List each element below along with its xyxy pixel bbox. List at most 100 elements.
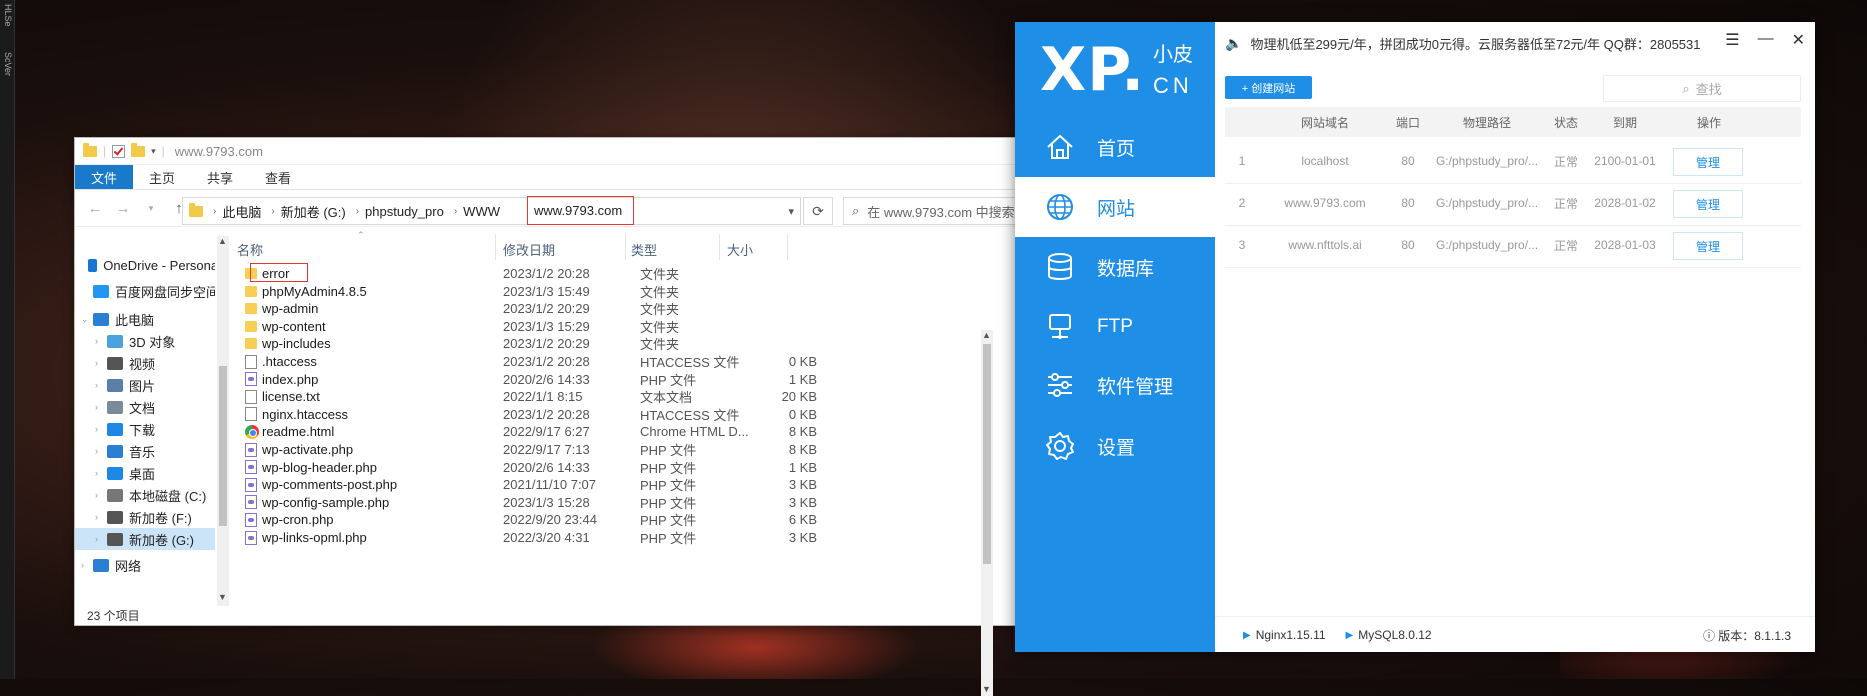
file-date: 2022/1/1 8:15 bbox=[503, 389, 583, 405]
column-header-port: 端口 bbox=[1395, 115, 1420, 130]
forward-arrow-icon[interactable]: → bbox=[109, 200, 137, 217]
tree-item[interactable]: › 文档 bbox=[75, 396, 215, 418]
tree-item[interactable]: › 视频 bbox=[75, 352, 215, 374]
menu-icon[interactable]: ☰ bbox=[1725, 30, 1739, 50]
tab-share[interactable]: 共享 bbox=[191, 165, 249, 189]
tree-item[interactable]: › 3D 对象 bbox=[75, 330, 215, 352]
site-search-input[interactable]: ⌕ 查找 bbox=[1603, 75, 1801, 102]
tree-item[interactable]: › 下载 bbox=[75, 418, 215, 440]
announcement-text[interactable]: 物理机低至299元/年，拼团成功0元得。云服务器低至72元/年 QQ群：2805… bbox=[1250, 34, 1700, 53]
scroll-up-icon[interactable]: ▲ bbox=[982, 330, 991, 340]
tree-item[interactable]: 百度网盘同步空间 bbox=[75, 280, 215, 302]
chevron-right-icon[interactable]: › bbox=[271, 206, 274, 217]
recent-dropdown-icon[interactable]: ▾ bbox=[137, 203, 165, 214]
column-divider[interactable] bbox=[787, 234, 788, 260]
chevron-down-icon[interactable]: ⌄ bbox=[81, 314, 93, 325]
tree-item[interactable]: › 新加卷 (G:) bbox=[75, 528, 215, 550]
document-icon bbox=[107, 400, 123, 414]
play-icon[interactable]: ▶ bbox=[1243, 630, 1251, 641]
tree-item[interactable]: › 本地磁盘 (C:) bbox=[75, 484, 215, 506]
chevron-right-icon[interactable]: › bbox=[95, 468, 107, 478]
scroll-down-icon[interactable]: ▼ bbox=[218, 592, 227, 602]
back-arrow-icon[interactable]: ← bbox=[81, 200, 109, 217]
scrollbar-thumb[interactable] bbox=[983, 344, 991, 564]
file-name: wp-blog-header.php bbox=[262, 459, 377, 475]
play-icon[interactable]: ▶ bbox=[1346, 630, 1354, 641]
scrollbar-thumb[interactable] bbox=[219, 366, 227, 526]
tree-item[interactable]: › 图片 bbox=[75, 374, 215, 396]
breadcrumb-item[interactable]: 此电脑 bbox=[222, 202, 261, 221]
column-divider[interactable] bbox=[495, 234, 496, 260]
chevron-right-icon[interactable]: › bbox=[95, 490, 107, 500]
scroll-up-icon[interactable]: ▲ bbox=[218, 236, 227, 246]
service-nginx[interactable]: Nginx1.15.11 bbox=[1256, 628, 1326, 642]
tab-view[interactable]: 查看 bbox=[249, 165, 307, 189]
sidebar-item-home[interactable]: 首页 bbox=[1015, 117, 1215, 177]
tree-item[interactable]: › 新加卷 (F:) bbox=[75, 506, 215, 528]
sidebar-item-software[interactable]: 软件管理 bbox=[1015, 355, 1215, 415]
site-row: 2 www.9793.com 80 G:/phpstudy_pro/... 正常 2028… bbox=[1225, 181, 1801, 226]
tree-item[interactable]: › 网络 bbox=[75, 554, 215, 576]
chevron-right-icon[interactable]: › bbox=[95, 402, 107, 412]
scroll-down-icon[interactable]: ▼ bbox=[982, 684, 991, 694]
address-history-dropdown-icon[interactable]: ▾ bbox=[788, 205, 794, 218]
column-header-date[interactable]: 修改日期 bbox=[503, 240, 555, 259]
site-path: G:/phpstudy_pro/... bbox=[1435, 238, 1539, 252]
breadcrumb-item[interactable]: phpstudy_pro bbox=[365, 204, 444, 219]
service-mysql[interactable]: MySQL8.0.12 bbox=[1358, 628, 1431, 642]
chevron-right-icon[interactable]: › bbox=[356, 206, 359, 217]
sidebar-item-ftp[interactable]: FTP bbox=[1015, 297, 1215, 357]
file-list-scrollbar[interactable]: ▲ ▼ bbox=[981, 330, 993, 696]
breadcrumb-current-highlighted[interactable]: www.9793.com bbox=[527, 196, 634, 225]
chevron-right-icon[interactable]: › bbox=[95, 512, 107, 522]
chevron-right-icon[interactable]: › bbox=[213, 206, 216, 217]
sidebar-item-database[interactable]: 数据库 bbox=[1015, 237, 1215, 297]
column-divider[interactable] bbox=[719, 234, 720, 260]
file-size: 3 KB bbox=[788, 530, 817, 545]
quick-access-dropdown-icon[interactable]: ▾ bbox=[151, 146, 156, 157]
file-row[interactable]: wp-links-opml.php 2022/3/20 4:31 PHP 文件 3 K… bbox=[237, 527, 977, 548]
column-header-size[interactable]: 大小 bbox=[727, 240, 753, 259]
address-bar[interactable]: › 此电脑 › 新加卷 (G:) › phpstudy_pro › WWW ww… bbox=[182, 196, 801, 225]
window-controls: ☰ — ✕ bbox=[1725, 30, 1805, 50]
tab-home[interactable]: 主页 bbox=[133, 165, 191, 189]
tree-item[interactable]: › 桌面 bbox=[75, 462, 215, 484]
breadcrumb-current: www.9793.com bbox=[534, 203, 623, 218]
new-folder-icon[interactable] bbox=[131, 142, 146, 157]
tree-item-label: 下载 bbox=[129, 422, 156, 438]
minimize-icon[interactable]: — bbox=[1758, 30, 1774, 50]
nav-pane-scrollbar[interactable]: ▲ ▼ bbox=[217, 236, 229, 606]
close-icon[interactable]: ✕ bbox=[1792, 30, 1805, 50]
pc-icon bbox=[93, 312, 109, 326]
folder-icon bbox=[189, 202, 203, 217]
manage-button[interactable]: 管理 bbox=[1673, 232, 1743, 260]
chevron-right-icon[interactable]: › bbox=[454, 206, 457, 217]
chevron-right-icon[interactable]: › bbox=[95, 336, 107, 346]
desktop-edge-strip: HLSe ScVer bbox=[0, 0, 15, 679]
file-name: wp-includes bbox=[262, 336, 331, 352]
breadcrumb-item[interactable]: 新加卷 (G:) bbox=[281, 202, 346, 221]
column-header-type[interactable]: 类型 bbox=[631, 240, 657, 259]
refresh-icon[interactable]: ⟳ bbox=[803, 197, 833, 225]
tree-item[interactable]: OneDrive - Personal bbox=[75, 254, 215, 276]
tab-file[interactable]: 文件 bbox=[75, 165, 134, 189]
tree-item[interactable]: ⌄ 此电脑 bbox=[75, 308, 215, 330]
column-header-name[interactable]: 名称 bbox=[237, 240, 263, 259]
manage-button[interactable]: 管理 bbox=[1673, 190, 1743, 218]
column-divider[interactable] bbox=[625, 234, 626, 260]
create-site-button[interactable]: + 创建网站 bbox=[1225, 76, 1312, 99]
manage-button[interactable]: 管理 bbox=[1673, 148, 1743, 176]
chevron-right-icon[interactable]: › bbox=[95, 424, 107, 434]
breadcrumb-item[interactable]: WWW bbox=[463, 204, 500, 219]
chevron-right-icon[interactable]: › bbox=[95, 358, 107, 368]
chevron-right-icon[interactable]: › bbox=[95, 446, 107, 456]
file-date: 2023/1/3 15:49 bbox=[503, 283, 590, 299]
chevron-right-icon[interactable]: › bbox=[81, 560, 93, 570]
sidebar-item-settings[interactable]: 设置 bbox=[1015, 416, 1215, 476]
properties-icon[interactable] bbox=[112, 144, 126, 158]
tree-item[interactable]: › 音乐 bbox=[75, 440, 215, 462]
chevron-right-icon[interactable]: › bbox=[95, 534, 107, 544]
chevron-right-icon[interactable]: › bbox=[95, 380, 107, 390]
sidebar-item-website[interactable]: 网站 bbox=[1015, 177, 1215, 237]
file-size: 1 KB bbox=[788, 371, 817, 387]
